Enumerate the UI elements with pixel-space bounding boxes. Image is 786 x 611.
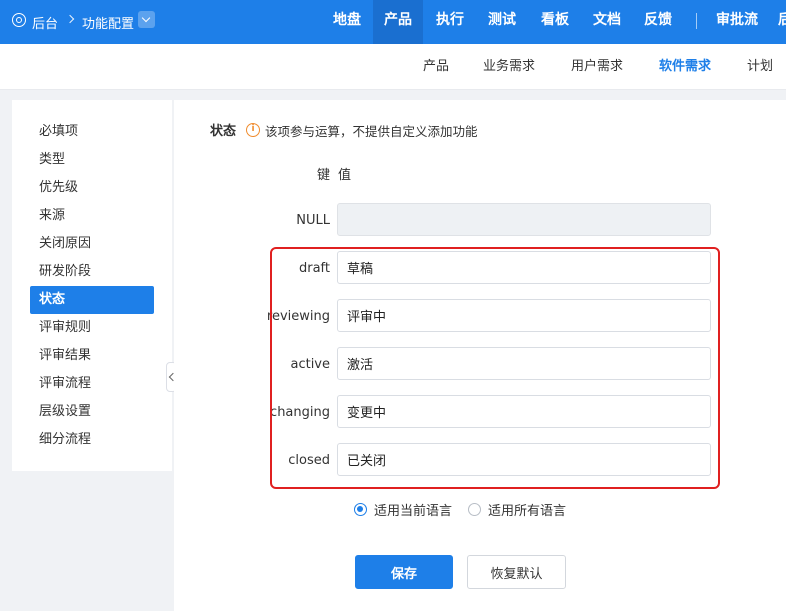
nav-item-test[interactable]: 测试 (477, 0, 527, 44)
subnav-item-plan[interactable]: 计划 (747, 44, 773, 90)
sidebar: 必填项 类型 优先级 来源 关闭原因 研发阶段 状态 评审规则 评审结果 评审流… (12, 100, 172, 471)
subnav-item-software-requirement[interactable]: 软件需求 (659, 44, 711, 90)
nav-item-approval-flow[interactable]: 审批流 (708, 0, 766, 44)
top-nav-bar: 后台 功能配置 地盘 产品 执行 测试 看板 文档 反馈 审批流 后 (0, 0, 786, 44)
value-input-null (337, 203, 711, 236)
sidebar-item-dev-stage[interactable]: 研发阶段 (30, 258, 154, 286)
nav-item-product[interactable]: 产品 (373, 0, 423, 44)
breadcrumb-root[interactable]: 后台 (32, 0, 58, 44)
sidebar-item-required-fields[interactable]: 必填项 (30, 118, 154, 146)
radio-current-language[interactable]: 适用当前语言 (354, 500, 452, 519)
radio-current-language-label: 适用当前语言 (374, 504, 453, 519)
breadcrumb-current[interactable]: 功能配置 (82, 0, 134, 44)
radio-unchecked-icon[interactable] (468, 503, 481, 516)
sidebar-item-review-result[interactable]: 评审结果 (30, 342, 154, 370)
row-key-reviewing: reviewing (266, 309, 330, 324)
save-button[interactable]: 保存 (355, 555, 453, 589)
subnav-item-product[interactable]: 产品 (423, 44, 449, 90)
column-header-key: 键 (317, 168, 331, 183)
nav-item-execution[interactable]: 执行 (425, 0, 475, 44)
value-input-changing[interactable] (337, 395, 711, 428)
row-key-null: NULL (296, 213, 330, 228)
value-input-closed[interactable] (337, 443, 711, 476)
info-icon: i (246, 123, 260, 137)
nav-item-doc[interactable]: 文档 (582, 0, 632, 44)
row-key-draft: draft (298, 261, 330, 276)
nav-item-dashboard[interactable]: 地盘 (322, 0, 372, 44)
row-key-active: active (290, 357, 330, 372)
nav-item-feedback[interactable]: 反馈 (633, 0, 683, 44)
nav-divider (696, 13, 697, 29)
gear-icon (12, 13, 26, 27)
sidebar-item-review-rules[interactable]: 评审规则 (30, 314, 154, 342)
chevron-right-icon (65, 14, 75, 24)
value-input-draft[interactable] (337, 251, 711, 284)
subnav-item-business-requirement[interactable]: 业务需求 (483, 44, 535, 90)
radio-checked-icon[interactable] (354, 503, 367, 516)
main-panel: 状态 i 该项参与运算，不提供自定义添加功能 键 值 NULL draft re… (174, 100, 786, 611)
row-key-closed: closed (288, 453, 330, 468)
radio-all-languages-label: 适用所有语言 (488, 504, 567, 519)
nav-item-overflow[interactable]: 后 (778, 0, 786, 44)
reset-default-button[interactable]: 恢复默认 (467, 555, 566, 589)
sidebar-item-priority[interactable]: 优先级 (30, 174, 154, 202)
radio-all-languages[interactable]: 适用所有语言 (468, 500, 566, 519)
sidebar-item-subdivision-flow[interactable]: 细分流程 (30, 426, 154, 454)
sidebar-item-source[interactable]: 来源 (30, 202, 154, 230)
row-key-changing: changing (270, 405, 330, 420)
subnav-item-user-requirement[interactable]: 用户需求 (571, 44, 623, 90)
sidebar-item-type[interactable]: 类型 (30, 146, 154, 174)
page-title: 状态 (210, 124, 237, 139)
nav-item-kanban[interactable]: 看板 (530, 0, 580, 44)
column-header-value: 值 (338, 168, 352, 183)
value-input-active[interactable] (337, 347, 711, 380)
notice-text: 该项参与运算，不提供自定义添加功能 (265, 124, 478, 139)
sidebar-item-close-reason[interactable]: 关闭原因 (30, 230, 154, 258)
sidebar-item-review-flow[interactable]: 评审流程 (30, 370, 154, 398)
chevron-down-icon[interactable] (138, 11, 155, 28)
sub-nav-bar: 产品 业务需求 用户需求 软件需求 计划 (0, 44, 786, 90)
sidebar-item-hierarchy[interactable]: 层级设置 (30, 398, 154, 426)
value-input-reviewing[interactable] (337, 299, 711, 332)
sidebar-item-status[interactable]: 状态 (30, 286, 154, 314)
